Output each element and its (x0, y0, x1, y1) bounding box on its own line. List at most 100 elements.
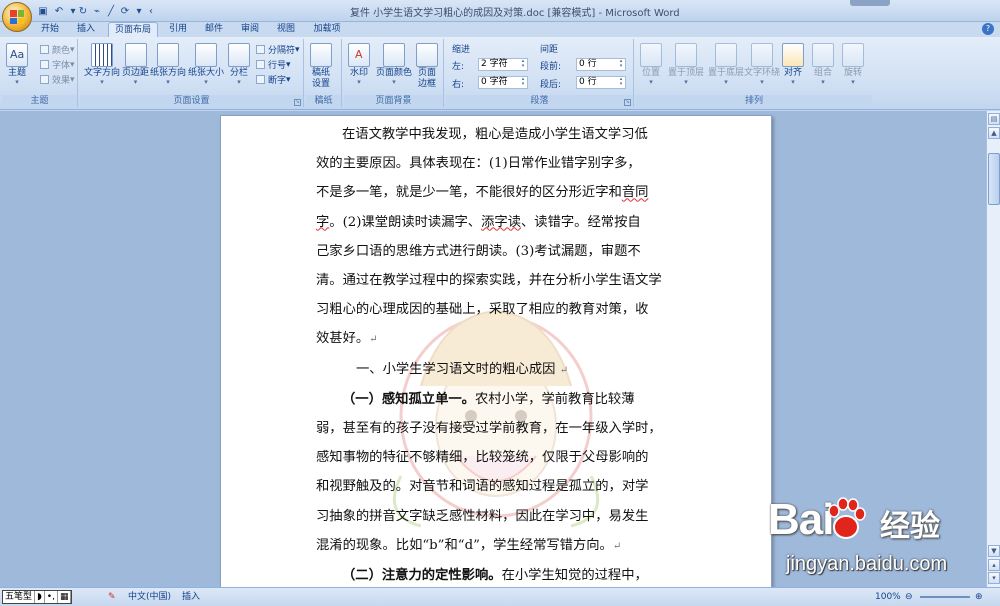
theme-icon: Aa (6, 43, 28, 67)
ime-fullwidth-icon[interactable]: ◗ (35, 591, 45, 603)
tab-review[interactable]: 审阅 (236, 22, 264, 37)
position-button[interactable]: 位置 ▾ (640, 43, 662, 86)
undo-icon[interactable]: ↶ (52, 3, 66, 19)
group-icon (812, 43, 834, 67)
palette-icon (40, 45, 49, 54)
size-button[interactable]: 纸张大小 ▾ (188, 43, 224, 86)
text-direction-button[interactable]: 文字方向 ▾ (84, 43, 120, 86)
tab-page-layout[interactable]: 页面布局 (108, 22, 158, 37)
page-borders-icon (416, 43, 438, 67)
paragraph-launcher-icon[interactable]: ↘ (624, 99, 631, 106)
indent-right-spinner[interactable]: 0 字符 ▴ ▾ (478, 76, 528, 89)
draft-settings-button[interactable]: 稿纸 设置 (310, 43, 332, 90)
spacing-after-spinner[interactable]: 0 行 ▴ ▾ (576, 76, 626, 89)
group-page-background: A 水印 ▾ 页面颜色 ▾ 页面 边框 页面背景 (344, 39, 444, 107)
effects-icon (40, 75, 49, 84)
office-button[interactable] (2, 2, 32, 32)
text-wrap-button[interactable]: 文字环绕 ▾ (744, 43, 780, 86)
bring-to-front-button[interactable]: 置于顶层 ▾ (668, 43, 704, 86)
group-objects-button[interactable]: 组合 ▾ (812, 43, 834, 86)
paragraph-intro: 在语文教学中我发现，粗心是造成小学生语文学习低 效的主要原因。具体表现在：(1)日… (316, 127, 662, 347)
line-numbers-button[interactable]: 行号 ▾ (256, 58, 291, 71)
zoom-in-icon[interactable]: ⊕ (975, 591, 983, 604)
paragraph-mark-icon: ↵ (369, 334, 378, 346)
scroll-up-icon[interactable]: ▲ (988, 127, 1000, 139)
language-status[interactable]: 中文(中国) (128, 591, 171, 604)
theme-colors-button[interactable]: 颜色 ▾ (40, 43, 75, 56)
tab-view[interactable]: 视图 (272, 22, 300, 37)
watermark-button[interactable]: A 水印 ▾ (348, 43, 370, 86)
ime-punct-icon[interactable]: •, (45, 591, 58, 603)
zoom-out-icon[interactable]: ⊖ (905, 591, 913, 604)
save-icon[interactable]: ▣ (36, 3, 50, 19)
document-page[interactable]: 在语文教学中我发现，粗心是造成小学生语文学习低 效的主要原因。具体表现在：(1)日… (220, 115, 772, 587)
rotate-icon (842, 43, 864, 67)
help-icon[interactable]: ? (982, 23, 994, 35)
tab-references[interactable]: 引用 (164, 22, 192, 37)
group-label-theme: 主题 (2, 95, 77, 107)
group-label-page-background: 页面背景 (344, 95, 443, 107)
spellcheck-icon[interactable]: ✎ (108, 591, 116, 604)
rotate-button[interactable]: 旋转 ▾ (842, 43, 864, 86)
tab-home[interactable]: 开始 (36, 22, 64, 37)
group-page-setup: 文字方向 ▾ 页边距 ▾ 纸张方向 ▾ 纸张大小 ▾ 分栏 ▾ 分隔符 ▾ 行号 ▾ 断字 ▾ … (80, 39, 304, 107)
bring-front-icon (675, 43, 697, 67)
indent-left-label: 左: (452, 62, 465, 72)
paragraph-mark-icon: ↵ (559, 364, 569, 376)
insert-mode-status[interactable]: 插入 (182, 591, 200, 604)
office-logo-icon (10, 10, 24, 24)
page-setup-launcher-icon[interactable]: ↘ (294, 99, 301, 106)
document-text[interactable]: 在语文教学中我发现，粗心是造成小学生语文学习低 效的主要原因。具体表现在：(1)日… (316, 120, 696, 587)
spacing-before-label: 段前: (540, 62, 562, 72)
indent-title: 缩进 (452, 45, 471, 55)
draft-paper-icon (310, 43, 332, 67)
spacing-before-spinner[interactable]: 0 行 ▴ ▾ (576, 58, 626, 71)
window-controls[interactable] (850, 0, 890, 6)
theme-effects-button[interactable]: 效果 ▾ (40, 73, 75, 86)
send-back-icon (715, 43, 737, 67)
indent-right-label: 右: (452, 80, 465, 90)
ime-toolbar[interactable]: 五笔型 ◗ •, ▦ (2, 590, 73, 604)
indent-left-spinner[interactable]: 2 字符 ▴ ▾ (478, 58, 528, 71)
margins-button[interactable]: 页边距 ▾ (122, 43, 149, 86)
tab-addins[interactable]: 加载项 (308, 22, 346, 37)
zoom-slider[interactable] (920, 596, 970, 598)
theme-button[interactable]: Aa 主题 ▾ (6, 43, 28, 86)
page-color-button[interactable]: 页面颜色 ▾ (376, 43, 412, 86)
window-title: 复件 小学生语文学习粗心的成因及对策.doc [兼容模式] - Microsof… (350, 8, 680, 19)
jingyan-text: 经验 (880, 509, 940, 544)
spacing-title: 间距 (540, 45, 559, 55)
columns-button[interactable]: 分栏 ▾ (228, 43, 250, 86)
columns-icon (228, 43, 250, 67)
page-borders-button[interactable]: 页面 边框 (416, 43, 438, 90)
line-numbers-icon (256, 60, 265, 69)
zoom-level[interactable]: 100% (875, 591, 901, 604)
ime-keyboard-icon[interactable]: ▦ (58, 591, 72, 603)
format-painter-icon[interactable]: ⌁ (90, 3, 104, 19)
ruler-toggle-icon[interactable]: ▤ (988, 113, 1000, 125)
hyphenation-button[interactable]: 断字 ▾ (256, 73, 291, 86)
send-to-back-button[interactable]: 置于底层 ▾ (708, 43, 744, 86)
baidu-jingyan-logo: Bai 经验 jingyan.baidu.com (768, 495, 990, 593)
refresh-icon[interactable]: ⟳ (118, 3, 132, 19)
tab-insert[interactable]: 插入 (72, 22, 100, 37)
paragraph-mark-icon: ↵ (612, 540, 622, 552)
redo-icon[interactable]: ↻ (76, 3, 90, 19)
draw-icon[interactable]: ╱ (104, 3, 118, 19)
position-icon (640, 43, 662, 67)
qat-customize-icon[interactable]: ‹ (144, 3, 158, 19)
group-paragraph: 缩进 左: 2 字符 ▴ ▾ 右: 0 字符 ▴ ▾ 间距 段前: 0 行 ▴ ▾ 段后: … (446, 39, 634, 107)
align-button[interactable]: 对齐 ▾ (782, 43, 804, 86)
orientation-button[interactable]: 纸张方向 ▾ (150, 43, 186, 86)
text-wrap-icon (751, 43, 773, 67)
group-label-draft: 稿纸 (306, 95, 341, 107)
tab-mailings[interactable]: 邮件 (200, 22, 228, 37)
scroll-thumb[interactable] (988, 153, 1000, 205)
ime-mode[interactable]: 五笔型 (3, 591, 36, 603)
theme-fonts-button[interactable]: 字体 ▾ (40, 58, 75, 71)
group-arrange: 位置 ▾ 置于顶层 ▾ 置于底层 ▾ 文字环绕 ▾ 对齐 ▾ 组合 ▾ 旋转 ▾ 排列 (636, 39, 872, 107)
group-draft: 稿纸 设置 稿纸 (306, 39, 342, 107)
breaks-button[interactable]: 分隔符 ▾ (256, 43, 300, 56)
group-theme: Aa 主题 ▾ 颜色 ▾ 字体 ▾ 效果 ▾ 主题 (2, 39, 78, 107)
breaks-icon (256, 45, 265, 54)
